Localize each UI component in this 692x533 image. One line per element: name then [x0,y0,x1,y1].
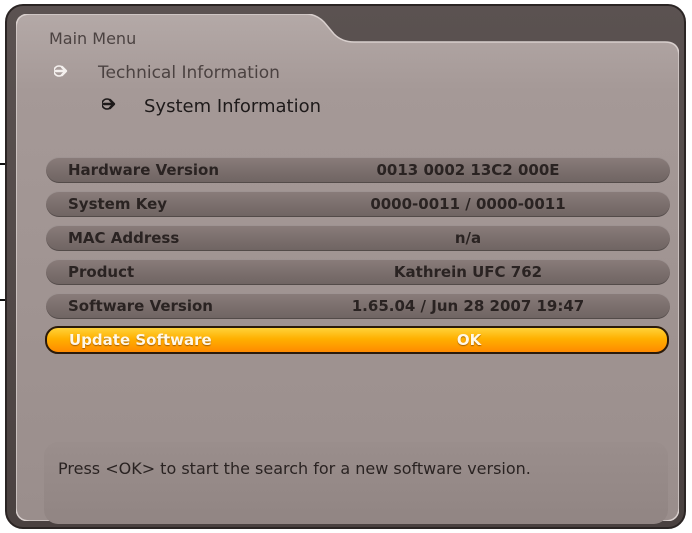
row-value: 0013 0002 13C2 000E [376,161,560,179]
row-label: Product [68,263,135,281]
row-value: n/a [454,229,482,247]
row-label: Update Software [69,331,212,349]
row-value: OK [456,331,482,349]
row-label: MAC Address [68,229,180,247]
row-label: System Key [68,195,168,213]
menu-panel: Main Menu Technical Information System I… [16,14,679,524]
row-value: Kathrein UFC 762 [393,263,543,281]
row-label: Hardware Version [68,161,219,179]
arrow-right-icon [102,98,116,110]
row-software-version[interactable]: Software Version 1.65.04 / Jun 28 2007 1… [46,293,670,319]
breadcrumb-technical-information: Technical Information [98,63,280,83]
breadcrumb-main-menu: Main Menu [49,29,137,48]
row-mac-address[interactable]: MAC Address n/a [46,225,670,251]
row-product[interactable]: Product Kathrein UFC 762 [46,259,670,285]
help-box: Press <OK> to start the search for a new… [44,442,668,524]
row-value: 1.65.04 / Jun 28 2007 19:47 [351,297,585,315]
breadcrumb-system-information: System Information [144,96,322,117]
row-label: Software Version [68,297,213,315]
row-hardware-version[interactable]: Hardware Version 0013 0002 13C2 000E [46,157,670,183]
main-menu-window: Main Menu Technical Information System I… [5,4,686,529]
arrow-right-icon [54,65,68,77]
row-system-key[interactable]: System Key 0000-0011 / 0000-0011 [46,191,670,217]
help-text: Press <OK> to start the search for a new… [58,459,531,478]
row-update-software[interactable]: Update Software OK [45,326,669,354]
row-value: 0000-0011 / 0000-0011 [370,195,566,213]
